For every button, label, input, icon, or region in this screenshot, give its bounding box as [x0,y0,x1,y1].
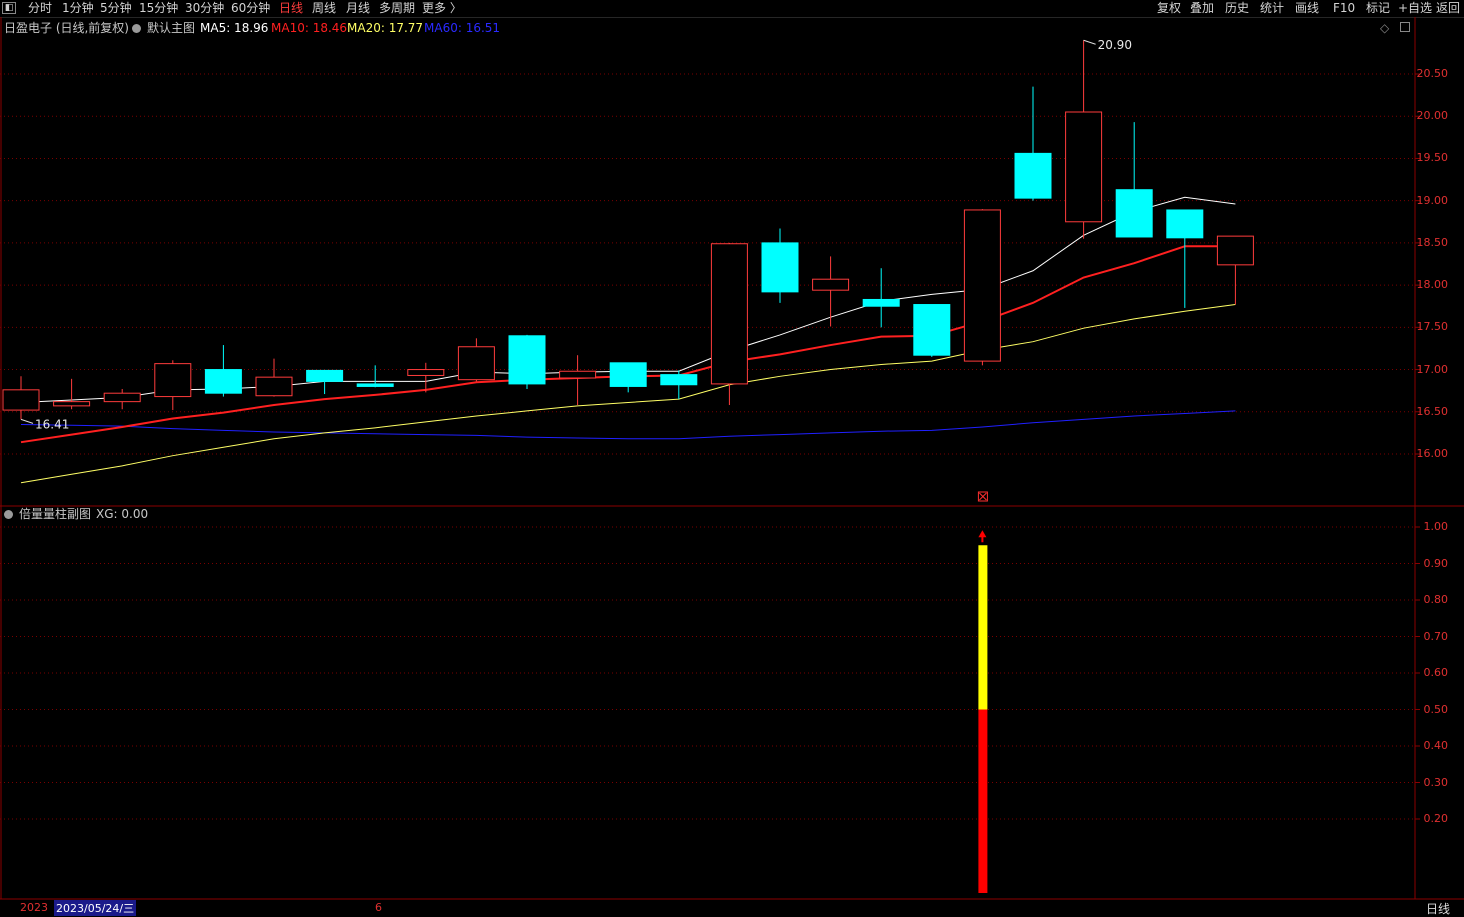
period-label[interactable]: 日线 [1426,900,1450,917]
candle-body [761,242,799,293]
main-y-tick-label: 18.50 [1416,235,1449,249]
main-y-tick-label: 20.00 [1416,109,1449,123]
signal-bar-red [978,709,988,893]
sub-y-tick-label: 0.50 [1423,702,1449,716]
date-cursor: 2023/05/24/三 [54,900,137,916]
candle-body [913,304,951,356]
candle-body [963,209,1001,362]
sub-y-tick-label: 0.20 [1423,812,1449,825]
annotation-leader [20,418,34,424]
candle-body [1166,209,1204,239]
candle-body [306,369,344,382]
date-bar: 2023 2023/05/24/三 6 日线 [0,899,1464,917]
main-y-tick-label: 20.50 [1416,67,1449,80]
annotation-label: 20.90 [1098,38,1132,52]
candle-body [407,369,445,376]
candle-body [1115,189,1153,238]
signal-bar-yellow [978,545,988,710]
candle-body [1014,152,1052,199]
main-y-tick-label: 18.00 [1416,278,1449,292]
kline-chart[interactable]: 20.90 16.41 [0,0,1464,917]
candle-body [1065,111,1103,223]
sub-y-tick-label: 0.80 [1423,593,1449,606]
sub-y-tick-label: 0.70 [1423,629,1449,643]
sub-y-tick-label: 0.90 [1423,556,1449,570]
candle-body [660,374,698,386]
candle-body [103,392,141,403]
candle-body [862,298,900,307]
candle-body [1216,235,1254,266]
candle-body [508,335,546,385]
candle-body [255,376,293,397]
sub-y-tick-label: 0.60 [1423,666,1449,679]
main-y-tick-label: 17.00 [1416,362,1449,376]
ma20-line [20,304,1236,484]
main-y-tick-label: 19.50 [1416,151,1449,165]
candle-body [457,346,495,381]
annotation-leader [1083,39,1096,45]
candle-body [2,389,40,411]
sub-y-tick-label: 1.00 [1423,520,1449,533]
annotation-label: 16.41 [35,417,69,431]
main-y-tick-label: 16.00 [1416,447,1449,460]
signal-arrow-icon [978,530,987,538]
sub-y-tick-label: 0.30 [1423,775,1449,789]
candle-body [559,370,597,379]
main-y-tick-label: 17.50 [1416,320,1449,334]
date-tick: 6 [375,901,382,914]
candle-body [53,401,91,407]
candle-body [154,363,192,398]
sub-y-tick-label: 0.40 [1423,739,1449,752]
date-prefix: 2023 [20,901,48,914]
candle-body [204,369,242,394]
ma10-line [20,245,1236,444]
main-y-tick-label: 16.50 [1416,404,1449,418]
candle-body [710,243,748,385]
candle-body [356,383,394,387]
main-y-tick-label: 19.00 [1416,193,1449,207]
candle-body [812,278,850,291]
candle-body [609,362,647,387]
